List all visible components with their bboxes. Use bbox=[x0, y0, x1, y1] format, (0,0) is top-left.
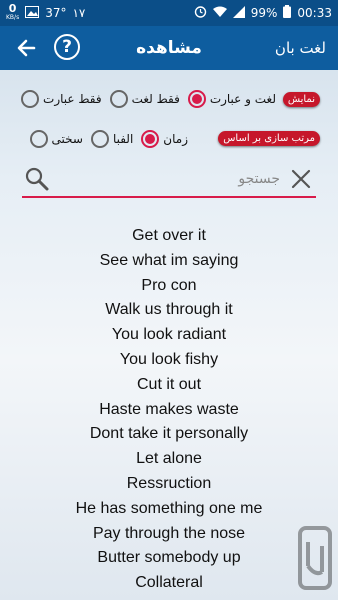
sort-option-label: الفبا bbox=[112, 132, 134, 146]
network-speed-value: 0 bbox=[8, 2, 17, 15]
display-filter-group: لغت و عبارت فقط لغت فقط عبارت bbox=[13, 90, 276, 108]
radio-button[interactable] bbox=[90, 130, 109, 148]
sort-option-label: زمان bbox=[163, 132, 188, 146]
phrase-list-item[interactable]: You look fishy bbox=[0, 348, 338, 373]
phrase-list-item[interactable]: Walk us through it bbox=[0, 298, 338, 323]
radio-button[interactable] bbox=[29, 130, 48, 148]
display-option-label: لغت و عبارت bbox=[209, 92, 276, 106]
display-option-word-only[interactable]: فقط لغت bbox=[109, 90, 180, 108]
notification-count: ۱۷ bbox=[72, 6, 86, 20]
app-name: لغت بان bbox=[274, 39, 326, 57]
search-bar bbox=[22, 160, 316, 198]
radio-button[interactable] bbox=[21, 90, 40, 108]
temperature-text: 37° bbox=[45, 6, 67, 20]
phrase-list-item[interactable]: Let alone bbox=[0, 447, 338, 472]
clock: 00:33 bbox=[297, 6, 332, 20]
phrase-list-item[interactable]: See what im saying bbox=[0, 249, 338, 274]
sort-label-pill: مرتب سازی بر اساس bbox=[218, 131, 320, 146]
clear-icon[interactable] bbox=[290, 168, 312, 194]
radio-button[interactable] bbox=[141, 130, 160, 148]
display-option-label: فقط عبارت bbox=[43, 92, 102, 106]
battery-icon bbox=[283, 5, 292, 21]
network-speed-unit: KB/s bbox=[6, 14, 20, 21]
phrase-list-item[interactable]: Collateral bbox=[0, 571, 338, 596]
search-icon[interactable] bbox=[24, 166, 50, 196]
phrase-list-item[interactable]: Ressruction bbox=[0, 472, 338, 497]
radio-button[interactable] bbox=[187, 90, 206, 108]
display-option-phrase-only[interactable]: فقط عبارت bbox=[21, 90, 102, 108]
image-icon bbox=[25, 5, 40, 21]
app-bar: ? مشاهده لغت بان bbox=[0, 26, 338, 70]
display-label-pill: نمایش bbox=[282, 92, 320, 107]
signal-icon bbox=[232, 5, 245, 21]
phrase-list-item[interactable]: Dont take it personally bbox=[0, 422, 338, 447]
sort-option-difficulty[interactable]: سختی bbox=[29, 130, 83, 148]
wifi-icon bbox=[212, 6, 227, 21]
phrase-list-item[interactable]: You look radiant bbox=[0, 323, 338, 348]
phrase-list-item[interactable]: Pro con bbox=[0, 274, 338, 299]
phrase-list-item[interactable]: Cut it out bbox=[0, 373, 338, 398]
sort-option-label: سختی bbox=[51, 132, 83, 146]
search-input[interactable] bbox=[58, 166, 280, 192]
radio-button[interactable] bbox=[109, 90, 128, 108]
phrase-list-item[interactable]: Haste makes waste bbox=[0, 398, 338, 423]
phrase-list-item[interactable]: Get over it bbox=[0, 224, 338, 249]
sort-option-time[interactable]: زمان bbox=[141, 130, 188, 148]
network-speed: 0 KB/s bbox=[6, 2, 20, 22]
status-bar: 0 KB/s 37° ۱۷ 99% 00:33 bbox=[0, 0, 338, 26]
sort-filter-group: زمان الفبا سختی bbox=[22, 130, 188, 148]
display-option-label: فقط لغت bbox=[131, 92, 180, 106]
phrase-list-item[interactable]: Pay through the nose bbox=[0, 522, 338, 547]
sort-option-alphabet[interactable]: الفبا bbox=[90, 130, 134, 148]
phrase-list-item[interactable]: He has something one me bbox=[0, 497, 338, 522]
display-option-word-and-phrase[interactable]: لغت و عبارت bbox=[187, 90, 276, 108]
alarm-icon bbox=[194, 5, 207, 21]
battery-percent: 99% bbox=[250, 6, 278, 20]
phrase-list: Get over it See what im saying Pro con Walk… bbox=[0, 224, 338, 596]
store-watermark-logo bbox=[298, 526, 332, 594]
phrase-list-item[interactable]: Butter somebody up bbox=[0, 546, 338, 571]
